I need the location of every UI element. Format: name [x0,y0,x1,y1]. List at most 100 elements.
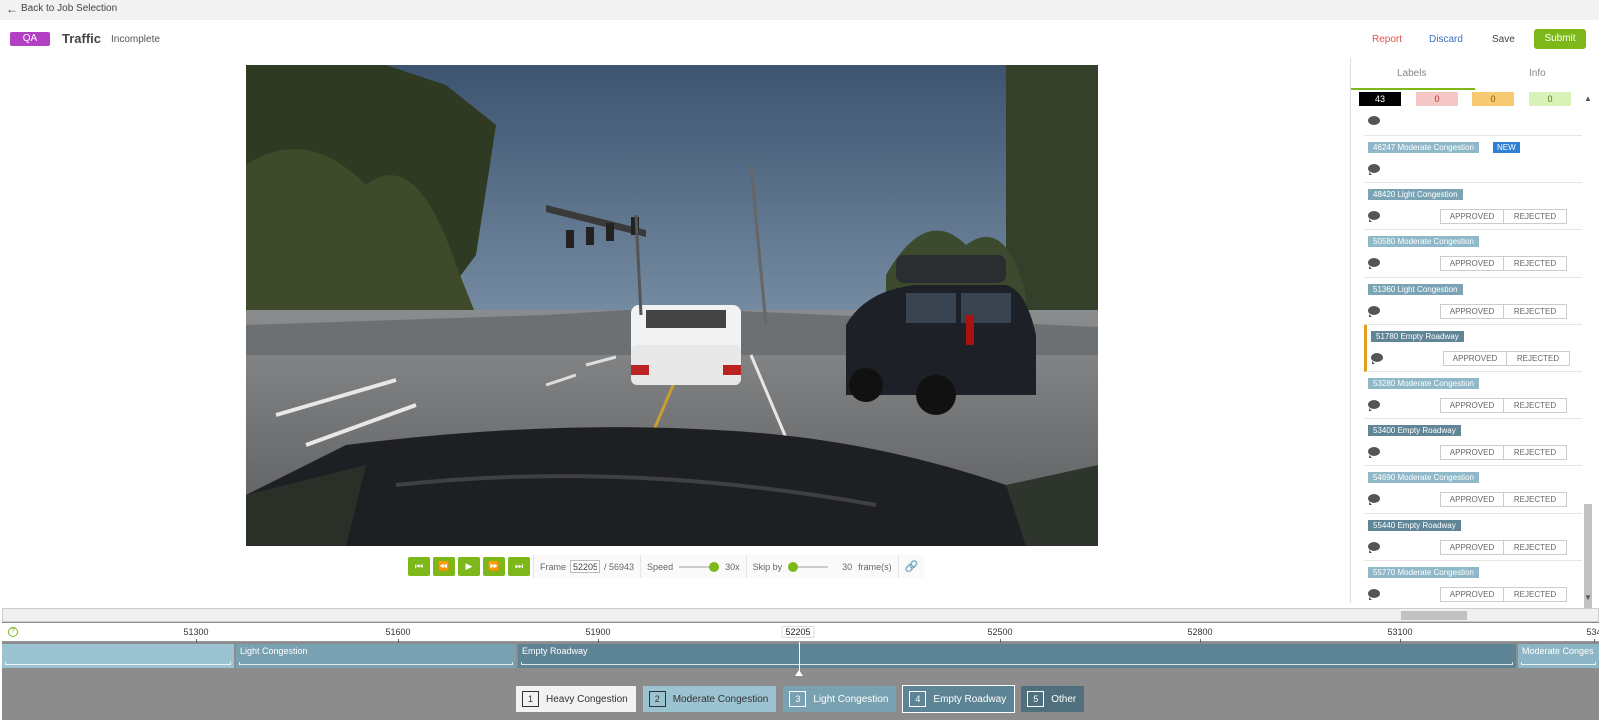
list-item[interactable]: 53280 Moderate Congestion APPROVED REJECTE… [1364,372,1582,420]
fast-forward-button[interactable]: ⏩ [483,557,505,576]
link-icon[interactable]: 🔗 [905,560,919,573]
label-tag[interactable]: 54690 Moderate Congestion [1368,472,1479,484]
video-frame[interactable] [246,65,1098,546]
scroll-down-icon[interactable]: ▼ [1584,593,1592,602]
rejected-button[interactable]: REJECTED [1504,588,1566,601]
approved-button[interactable]: APPROVED [1441,398,1504,412]
report-button[interactable]: Report [1372,34,1402,45]
legend-label: Other [1051,693,1077,705]
speed-value: 30x [725,561,740,572]
comment-icon[interactable] [1368,164,1380,175]
label-counts: 43 0 0 0 [1359,92,1579,106]
timeline-segment[interactable]: Moderate Conges [1518,644,1599,668]
play-button[interactable]: ▶ [458,557,480,576]
frame-label: Frame [540,561,567,572]
approved-button[interactable]: APPROVED [1444,351,1507,365]
labels-panel: Labels Info 43 0 0 0 46247 Moderate Congest… [1350,58,1599,618]
comment-icon[interactable] [1368,116,1380,125]
list-item[interactable]: 51360 Light Congestion APPROVED REJECTED [1364,278,1582,325]
label-list[interactable]: 46247 Moderate Congestion NEW 48420 Light … [1364,106,1582,602]
comment-icon[interactable] [1371,352,1383,364]
label-tag[interactable]: 48420 Light Congestion [1368,189,1463,201]
submit-button[interactable]: Submit [1534,29,1586,49]
rejected-button[interactable]: REJECTED [1507,352,1569,365]
list-item[interactable]: 51780 Empty Roadway APPROVED REJECTED [1364,324,1582,372]
playhead-arrow-icon[interactable] [795,670,803,676]
rewind-button[interactable]: ⏪ [433,557,455,576]
comment-icon[interactable] [1368,447,1380,459]
label-tag[interactable]: 46247 Moderate Congestion [1368,142,1479,153]
back-to-job-selection-link[interactable]: ← Back to Job Selection [6,3,117,15]
discard-button[interactable]: Discard [1429,34,1463,45]
approved-button[interactable]: APPROVED [1441,446,1504,460]
list-item[interactable]: 55440 Empty Roadway APPROVED REJECTED [1364,514,1582,561]
help-icon[interactable]: ? [8,627,18,637]
comment-icon[interactable] [1368,494,1380,506]
current-frame-marker: 52205 [781,626,815,638]
label-tag[interactable]: 51360 Light Congestion [1368,283,1463,295]
ruler-tick-label: 51600 [385,627,411,637]
label-tag[interactable]: 53280 Moderate Congestion [1368,377,1479,389]
rejected-button[interactable]: REJECTED [1504,210,1566,223]
legend-category[interactable]: 5 Other [1021,686,1085,712]
comment-icon[interactable] [1368,258,1380,270]
first-frame-button[interactable]: ⏮ [408,557,430,576]
skip-slider-knob[interactable] [788,561,799,572]
label-tag[interactable]: 53400 Empty Roadway [1368,425,1461,437]
timeline-segment[interactable]: Empty Roadway [518,644,1516,668]
skip-start-icon: ⏮ [414,561,424,571]
comment-icon[interactable] [1368,211,1380,223]
approved-button[interactable]: APPROVED [1441,493,1504,507]
list-item[interactable] [1364,106,1582,136]
list-item[interactable]: 54690 Moderate Congestion APPROVED REJECTE… [1364,466,1582,514]
skip-value: 30 [842,561,853,572]
list-item[interactable]: 53400 Empty Roadway APPROVED REJECTED [1364,419,1582,467]
legend-category[interactable]: 2 Moderate Congestion [642,686,777,712]
approved-button[interactable]: APPROVED [1441,210,1504,224]
label-list-scrollbar[interactable]: ▲ ▼ [1583,94,1593,618]
rejected-button[interactable]: REJECTED [1504,541,1566,554]
playhead[interactable] [799,642,800,672]
frame-ruler[interactable]: ? 52205 51300 51600 51900 52500 52800 53100 53… [2,623,1599,643]
list-item[interactable]: 48420 Light Congestion APPROVED REJECTED [1364,183,1582,231]
approved-button[interactable]: APPROVED [1441,587,1504,601]
timeline-segment[interactable] [2,644,234,668]
save-button[interactable]: Save [1492,34,1515,45]
comment-icon[interactable] [1368,305,1380,317]
legend-category[interactable]: 3 Light Congestion [783,686,897,712]
legend-category[interactable]: 1 Heavy Congestion [516,686,636,712]
skip-slider[interactable] [788,561,829,572]
speed-control: Speed 30x [640,555,746,578]
rejected-button[interactable]: REJECTED [1504,257,1566,270]
last-frame-button[interactable]: ⏭ [508,557,530,576]
tab-info[interactable]: Info [1529,68,1546,79]
speed-slider[interactable] [679,561,720,572]
comment-icon[interactable] [1368,541,1380,553]
comment-icon[interactable] [1368,588,1380,600]
scroll-up-icon[interactable]: ▲ [1584,94,1592,103]
label-tag[interactable]: 50580 Moderate Congestion [1368,236,1479,248]
timeline-scrollbar[interactable] [2,608,1599,622]
skip-unit: frame(s) [858,561,892,572]
list-item[interactable]: 46247 Moderate Congestion NEW [1364,136,1582,184]
approved-button[interactable]: APPROVED [1441,540,1504,554]
label-tag[interactable]: 51780 Empty Roadway [1371,330,1464,342]
frame-input[interactable] [570,560,601,573]
label-tag[interactable]: 55440 Empty Roadway [1368,519,1461,531]
list-item[interactable]: 50580 Moderate Congestion APPROVED REJECTE… [1364,230,1582,278]
tab-labels[interactable]: Labels [1397,68,1426,79]
legend-category[interactable]: 4 Empty Roadway [902,685,1016,713]
timeline-scrollbar-thumb[interactable] [1401,611,1467,620]
approved-button[interactable]: APPROVED [1441,257,1504,271]
label-tag[interactable]: 55770 Moderate Congestion [1368,566,1479,578]
rejected-button[interactable]: REJECTED [1504,493,1566,506]
timeline-segment[interactable]: Light Congestion [236,644,516,668]
comment-icon[interactable] [1368,399,1380,411]
rejected-button[interactable]: REJECTED [1504,446,1566,459]
approved-button[interactable]: APPROVED [1441,304,1504,318]
legend-shortcut-key: 1 [522,691,539,707]
rejected-button[interactable]: REJECTED [1504,305,1566,318]
speed-slider-knob[interactable] [709,561,720,572]
rejected-button[interactable]: REJECTED [1504,399,1566,412]
list-item[interactable]: 55770 Moderate Congestion APPROVED REJECTE… [1364,561,1582,602]
